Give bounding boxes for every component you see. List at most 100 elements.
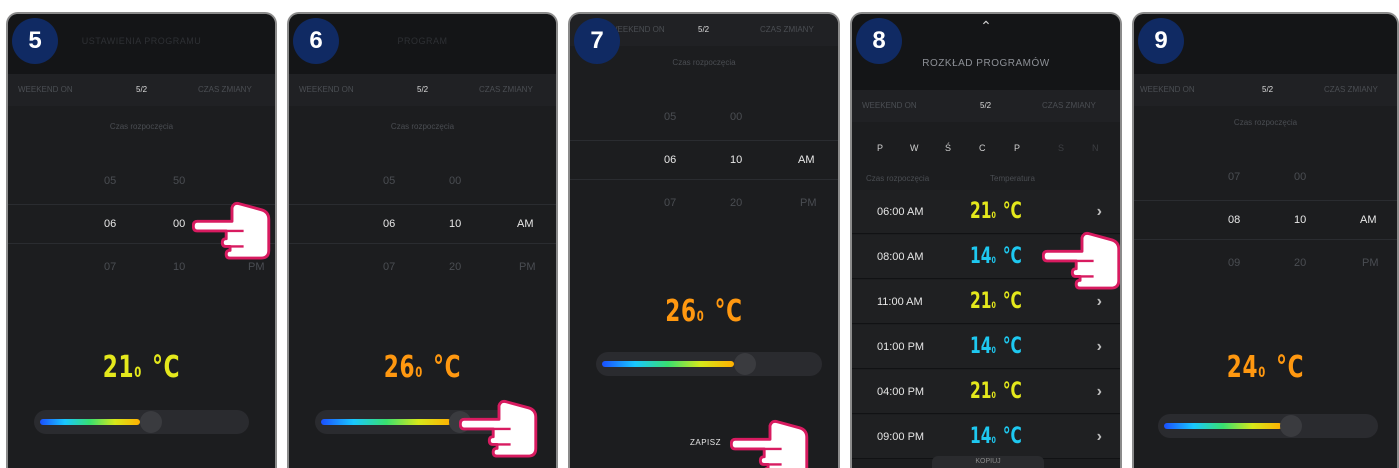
step-5-panel: 5 USTAWIENIA PROGRAMU WEEKEND ON 5/2 CZA… — [6, 12, 277, 468]
hour-value[interactable]: 07 — [1228, 171, 1240, 183]
chevron-right-icon[interactable]: › — [1097, 428, 1102, 446]
ampm-value[interactable]: PM — [519, 261, 536, 273]
temperature-slider[interactable] — [1158, 414, 1378, 438]
tab-weekend[interactable]: WEEKEND ON — [18, 85, 73, 94]
step-8-panel: 8 ⌃ ROZKŁAD PROGRAMÓW WEEKEND ON 5/2 CZA… — [850, 12, 1122, 468]
hour-value[interactable]: 08 — [1228, 214, 1240, 226]
minute-value[interactable]: 10 — [1294, 214, 1306, 226]
ampm-value[interactable]: AM — [517, 218, 534, 230]
hour-value[interactable]: 07 — [383, 261, 395, 273]
temp-unit: °C — [1276, 350, 1305, 385]
minute-value[interactable]: 10 — [173, 261, 185, 273]
schedule-row[interactable]: 06:00 AM 210 °C › — [852, 190, 1120, 234]
start-time-column-header: Czas rozpoczęcia — [866, 174, 930, 183]
step-badge: 5 — [12, 18, 58, 64]
temperature-display: 210 °C — [45, 350, 237, 385]
picker-row[interactable]: 07 20 PM — [289, 248, 556, 288]
temp-integer: 24 — [1226, 350, 1259, 385]
slider-fill — [602, 361, 734, 367]
day-toggle[interactable]: S — [1058, 143, 1064, 153]
day-toggle[interactable]: Ś — [945, 143, 951, 153]
step-6-panel: 6 PROGRAM WEEKEND ON 5/2 CZAS ZMIANY Cza… — [287, 12, 558, 468]
picker-row-selected[interactable]: 06 10 AM — [289, 204, 556, 244]
tab-5-2[interactable]: 5/2 — [980, 101, 991, 110]
day-toggle[interactable]: P — [1014, 143, 1020, 153]
copy-button[interactable]: KOPIUJ — [932, 456, 1044, 468]
minute-value[interactable]: 00 — [1294, 171, 1306, 183]
ampm-value[interactable]: AM — [798, 154, 815, 166]
minute-value[interactable]: 20 — [449, 261, 461, 273]
ampm-value[interactable]: AM — [1360, 214, 1377, 226]
mode-tabs: WEEKEND ON 5/2 CZAS ZMIANY — [1134, 74, 1397, 106]
hour-value[interactable]: 06 — [664, 154, 676, 166]
temperature-slider[interactable] — [596, 352, 822, 376]
minute-value[interactable]: 10 — [730, 154, 742, 166]
slider-knob[interactable] — [140, 411, 162, 433]
tab-weekend[interactable]: WEEKEND ON — [1140, 85, 1195, 94]
tab-weekend[interactable]: WEEKEND ON — [299, 85, 354, 94]
tab-5-2[interactable]: 5/2 — [136, 85, 147, 94]
chevron-right-icon[interactable]: › — [1097, 338, 1102, 356]
save-button[interactable]: ZAPISZ — [690, 438, 721, 447]
tab-change-time[interactable]: CZAS ZMIANY — [479, 85, 533, 94]
slider-knob[interactable] — [734, 353, 756, 375]
step-7-panel: 7 WEEKEND ON 5/2 CZAS ZMIANY Czas rozpoc… — [568, 12, 840, 468]
temperature-slider[interactable] — [34, 410, 249, 434]
minute-value[interactable]: 00 — [730, 111, 742, 123]
tab-5-2[interactable]: 5/2 — [698, 25, 709, 34]
day-toggle[interactable]: C — [979, 143, 986, 153]
schedule-row[interactable]: 01:00 PM 140 °C › — [852, 325, 1120, 369]
schedule-row[interactable]: 09:00 PM 140 °C › — [852, 415, 1120, 459]
hour-value[interactable]: 05 — [104, 175, 116, 187]
picker-row[interactable]: 07 20 PM — [570, 184, 838, 224]
chevron-right-icon[interactable]: › — [1097, 383, 1102, 401]
schedule-temp: 210 °C — [970, 379, 1022, 404]
tab-change-time[interactable]: CZAS ZMIANY — [1042, 101, 1096, 110]
day-toggle[interactable]: W — [910, 143, 919, 153]
weekday-selector[interactable]: P W Ś C P S N — [852, 143, 1120, 165]
picker-row[interactable]: 05 00 — [289, 162, 556, 202]
hour-value[interactable]: 07 — [664, 197, 676, 209]
temperature-display: 260 °C — [608, 294, 801, 329]
picker-row-selected[interactable]: 08 10 AM — [1134, 200, 1397, 240]
hour-value[interactable]: 05 — [383, 175, 395, 187]
day-toggle[interactable]: N — [1092, 143, 1099, 153]
slider-knob[interactable] — [1280, 415, 1302, 437]
minute-value[interactable]: 20 — [730, 197, 742, 209]
ampm-value[interactable]: PM — [248, 261, 265, 273]
hour-value[interactable]: 05 — [664, 111, 676, 123]
tab-change-time[interactable]: CZAS ZMIANY — [1324, 85, 1378, 94]
chevron-right-icon[interactable]: › — [1097, 203, 1102, 221]
picker-row[interactable]: 07 00 — [1134, 158, 1397, 198]
ampm-value[interactable]: PM — [1362, 257, 1379, 269]
hour-value[interactable]: 06 — [383, 218, 395, 230]
tab-weekend[interactable]: WEEKEND ON — [862, 101, 917, 110]
tab-change-time[interactable]: CZAS ZMIANY — [760, 25, 814, 34]
start-time-label: Czas rozpoczęcia — [390, 122, 455, 131]
chevron-right-icon[interactable]: › — [1097, 293, 1102, 311]
minute-value[interactable]: 50 — [173, 175, 185, 187]
schedule-time: 06:00 AM — [877, 206, 924, 218]
minute-value[interactable]: 00 — [449, 175, 461, 187]
temp-unit: °C — [152, 350, 181, 385]
minute-value[interactable]: 00 — [173, 218, 185, 230]
tab-change-time[interactable]: CZAS ZMIANY — [198, 85, 252, 94]
schedule-row[interactable]: 04:00 PM 210 °C › — [852, 370, 1120, 414]
picker-row[interactable]: 05 00 — [570, 98, 838, 138]
picker-row[interactable]: 09 20 PM — [1134, 244, 1397, 284]
mode-tabs: WEEKEND ON 5/2 CZAS ZMIANY — [852, 90, 1120, 122]
picker-row-selected[interactable]: 06 10 AM — [570, 140, 838, 180]
picker-row[interactable]: 05 50 — [8, 162, 275, 202]
minute-value[interactable]: 10 — [449, 218, 461, 230]
ampm-value[interactable]: PM — [800, 197, 817, 209]
hour-value[interactable]: 09 — [1228, 257, 1240, 269]
tab-5-2[interactable]: 5/2 — [1262, 85, 1273, 94]
day-toggle[interactable]: P — [877, 143, 883, 153]
tab-5-2[interactable]: 5/2 — [417, 85, 428, 94]
slider-fill — [321, 419, 451, 425]
temperature-display: 260 °C — [326, 350, 518, 385]
pointing-hand-icon — [459, 399, 538, 458]
hour-value[interactable]: 06 — [104, 218, 116, 230]
minute-value[interactable]: 20 — [1294, 257, 1306, 269]
hour-value[interactable]: 07 — [104, 261, 116, 273]
